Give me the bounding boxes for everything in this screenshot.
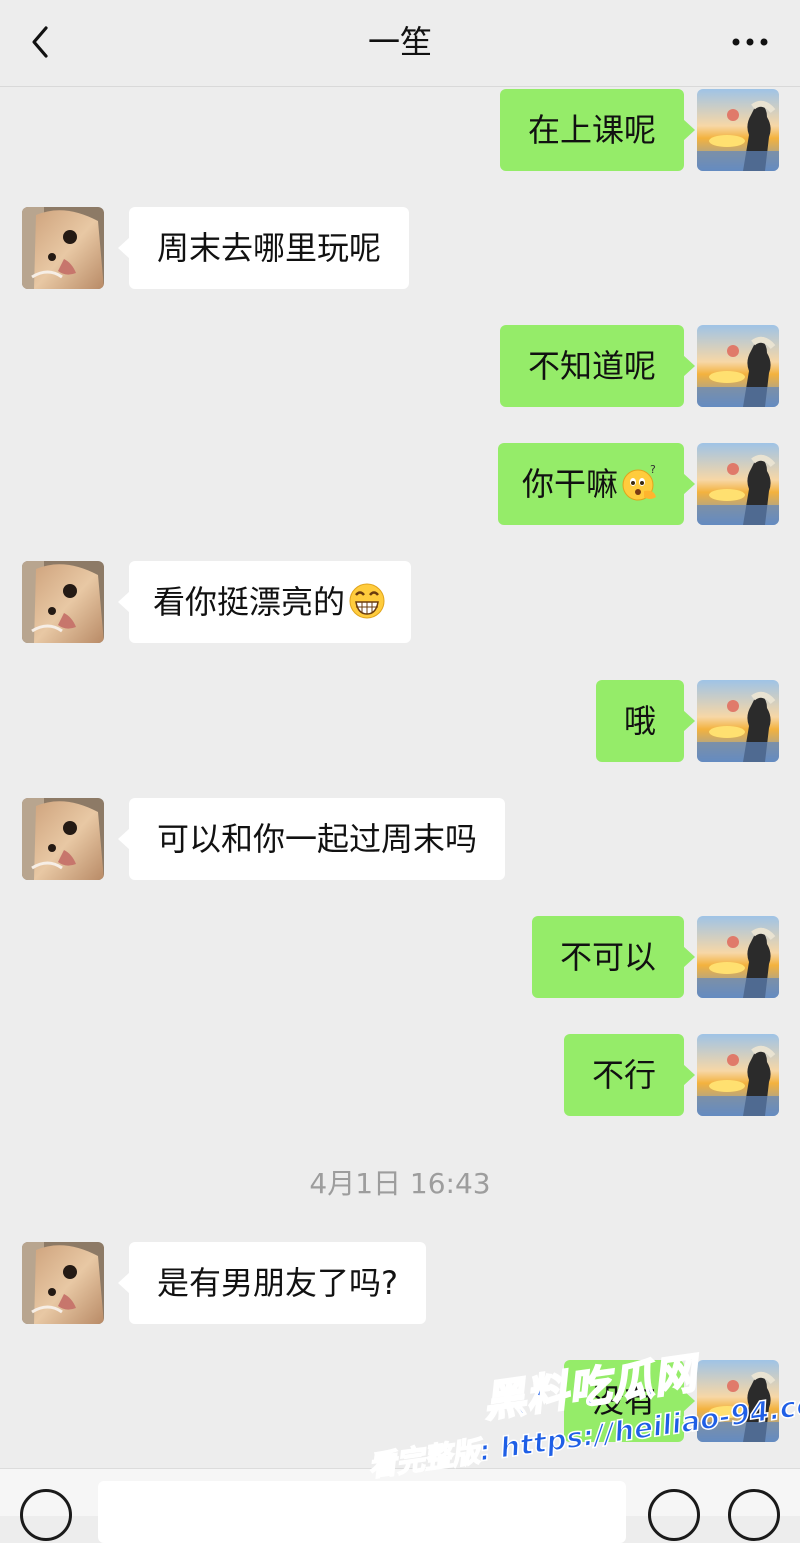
message-bubble[interactable]: 是有男朋友了吗? <box>118 1242 426 1324</box>
my-avatar[interactable] <box>697 1360 779 1442</box>
message-text: 不知道呢 <box>527 347 656 385</box>
message-text: 在上课呢 <box>527 111 656 149</box>
grinning-face-icon <box>347 581 387 621</box>
emoji-icon[interactable] <box>648 1489 700 1541</box>
message-bubble[interactable]: 你干嘛 <box>497 443 696 525</box>
contact-avatar[interactable] <box>22 798 104 880</box>
plus-icon[interactable] <box>728 1489 780 1541</box>
contact-avatar[interactable] <box>22 561 104 643</box>
message-text: 不可以 <box>559 938 656 976</box>
voice-icon[interactable] <box>20 1489 72 1541</box>
message-bubble[interactable]: 不可以 <box>531 916 696 998</box>
message-text: 没有 <box>591 1382 656 1420</box>
message-text: 是有男朋友了吗? <box>157 1264 398 1302</box>
message-bubble[interactable]: 在上课呢 <box>499 89 696 171</box>
message-bubble[interactable]: 看你挺漂亮的 <box>117 561 412 643</box>
chat-title: 一笙 <box>367 23 432 61</box>
contact-avatar[interactable] <box>22 207 104 289</box>
my-avatar[interactable] <box>697 443 779 525</box>
my-avatar[interactable] <box>697 89 779 171</box>
message-text: 你干嘛 <box>521 465 618 503</box>
message-bubble[interactable]: 周末去哪里玩呢 <box>117 207 410 289</box>
my-avatar[interactable] <box>697 325 779 407</box>
contact-avatar[interactable] <box>22 1242 104 1324</box>
message-bubble[interactable]: 可以和你一起过周末吗 <box>117 798 506 880</box>
message-text: 看你挺漂亮的 <box>153 583 346 621</box>
input-bar <box>0 1468 800 1543</box>
message-bubble[interactable]: 哦 <box>595 680 696 762</box>
thinking-face-icon <box>620 463 660 503</box>
message-bubble[interactable]: 没有 <box>563 1360 696 1442</box>
my-avatar[interactable] <box>697 916 779 998</box>
my-avatar[interactable] <box>697 680 779 762</box>
message-bubble[interactable]: 不行 <box>563 1034 696 1116</box>
message-text: 哦 <box>623 702 656 740</box>
message-text: 周末去哪里玩呢 <box>157 229 382 267</box>
more-dots-icon[interactable] <box>726 26 774 58</box>
message-text: 可以和你一起过周末吗 <box>157 820 478 858</box>
message-bubble[interactable]: 不知道呢 <box>499 325 696 407</box>
my-avatar[interactable] <box>697 1034 779 1116</box>
message-input[interactable] <box>98 1481 626 1543</box>
top-bar: 一笙 <box>0 0 800 87</box>
message-timestamp: 4月1日 16:43 <box>309 1167 491 1200</box>
message-text: 不行 <box>591 1056 656 1094</box>
